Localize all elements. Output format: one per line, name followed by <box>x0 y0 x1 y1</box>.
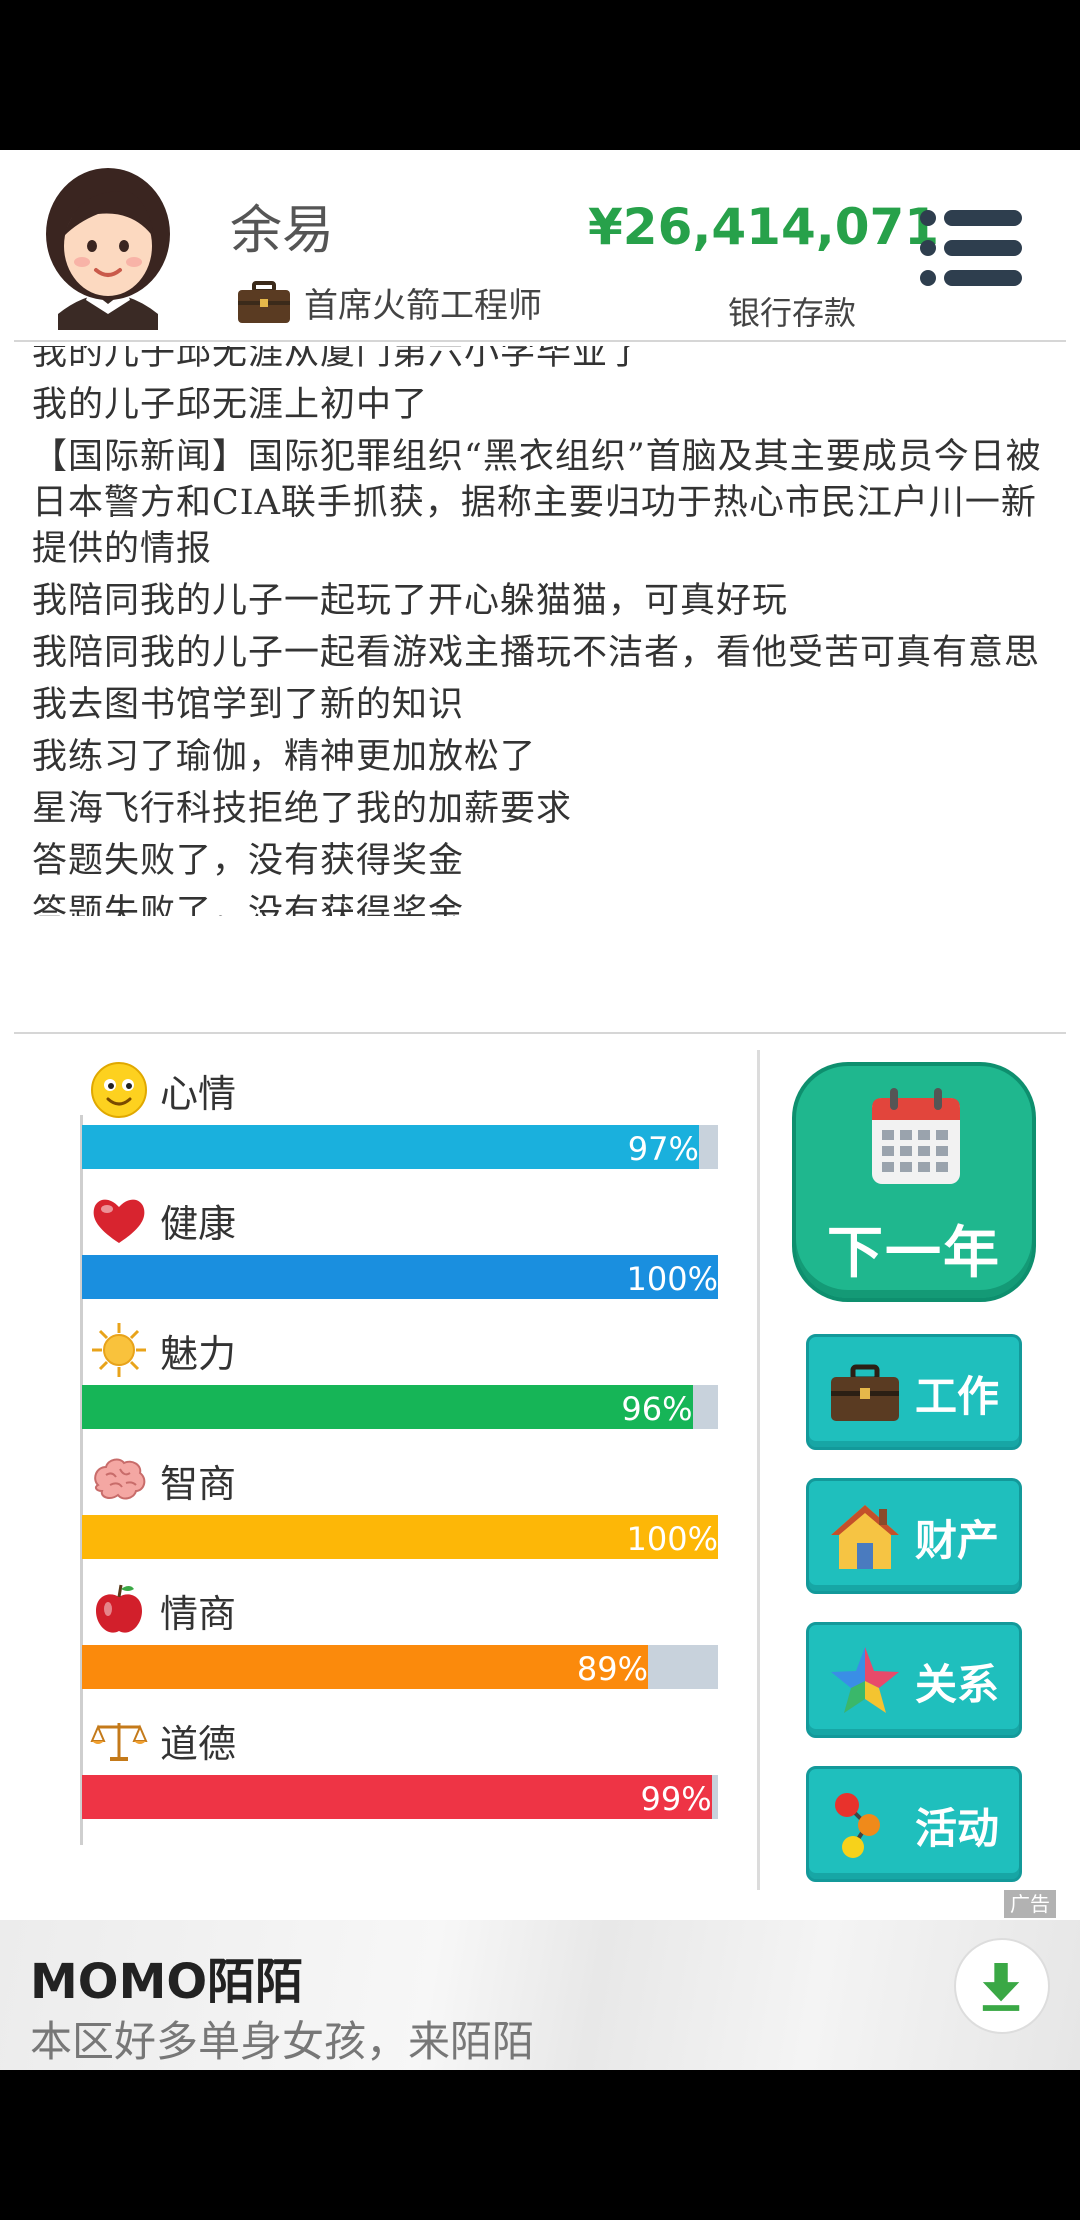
activity-icon <box>835 1793 880 1858</box>
stat-bar: 100% <box>82 1515 718 1559</box>
next-year-label: 下一年 <box>827 1221 1001 1286</box>
stat-bar-fill: 89% <box>82 1645 649 1689</box>
next-year-button[interactable]: 下一年 <box>792 1062 1036 1302</box>
work-label: 工作 <box>915 1372 1000 1421</box>
stat-label: 心情 <box>160 1071 237 1116</box>
log-line: 我练习了瑜伽，精神更加放松了 <box>32 737 537 777</box>
stat-percent: 97% <box>627 1130 699 1168</box>
activity-label: 活动 <box>915 1804 1000 1853</box>
stat-bar-fill: 100% <box>82 1515 718 1559</box>
bank-balance: ¥26,414,071 <box>588 198 940 256</box>
stat-iq: 智商 100% <box>82 1450 718 1580</box>
stat-percent: 99% <box>640 1780 712 1818</box>
property-label: 财产 <box>915 1516 1000 1565</box>
brain-icon <box>94 1458 146 1500</box>
stat-percent: 100% <box>626 1260 718 1298</box>
stat-percent: 89% <box>576 1650 649 1688</box>
smiley-icon <box>91 1062 147 1118</box>
sun-icon <box>92 1323 146 1377</box>
stat-bar: 97% <box>82 1125 718 1169</box>
event-log[interactable]: 我的儿子邱无涯从厦门第六小学毕业了 我的儿子邱无涯上初中了 【国际新闻】国际犯罪… <box>14 346 1064 916</box>
bank-label: 银行存款 <box>728 294 857 332</box>
heart-icon <box>93 1199 145 1243</box>
briefcase-icon <box>831 1364 899 1421</box>
log-line: 我陪同我的儿子一起看游戏主播玩不洁者，看他受苦可真有意思 <box>32 633 1041 673</box>
relations-label: 关系 <box>915 1660 1000 1709</box>
stat-morality: 道德 99% <box>82 1710 718 1840</box>
calendar-icon <box>872 1088 960 1184</box>
download-button[interactable] <box>954 1938 1050 2034</box>
stat-label: 道德 <box>160 1721 237 1766</box>
stat-percent: 100% <box>626 1520 718 1558</box>
stat-label: 魅力 <box>160 1331 237 1376</box>
log-line: 我陪同我的儿子一起玩了开心躲猫猫，可真好玩 <box>32 581 789 621</box>
log-line: 星海飞行科技拒绝了我的加薪要求 <box>32 789 573 829</box>
avatar[interactable] <box>38 164 178 330</box>
log-line: 我去图书馆学到了新的知识 <box>32 685 465 725</box>
apple-icon <box>96 1584 142 1633</box>
property-button[interactable]: 财产 <box>806 1478 1022 1594</box>
log-line: 【国际新闻】国际犯罪组织“黑衣组织”首脑及其主要成员今日被日本警方和CIA联手抓… <box>32 437 1042 569</box>
panel-divider <box>757 1050 760 1890</box>
ad-banner[interactable]: MOMO陌陌 本区好多单身女孩，来陌陌 <box>0 1920 1080 2070</box>
log-divider <box>14 1032 1066 1034</box>
stat-bar: 100% <box>82 1255 718 1299</box>
star-icon <box>831 1647 899 1713</box>
log-line: 答题失败了，没有获得奖金 <box>32 841 465 881</box>
download-icon <box>982 1963 1020 2011</box>
ad-title: MOMO陌陌 <box>30 1954 304 2010</box>
job-row: 首席火箭工程师 <box>236 278 542 327</box>
player-name: 余易 <box>230 201 335 261</box>
stat-charm: 魅力 96% <box>82 1320 718 1450</box>
scales-icon <box>90 1723 148 1761</box>
stat-bar-fill: 96% <box>82 1385 693 1429</box>
ad-badge: 广告 <box>1004 1890 1056 1918</box>
ad-subtitle: 本区好多单身女孩，来陌陌 <box>30 2017 535 2066</box>
job-title: 首席火箭工程师 <box>304 286 542 326</box>
stat-label: 情商 <box>160 1591 237 1636</box>
stat-health: 健康 100% <box>82 1190 718 1320</box>
work-button[interactable]: 工作 <box>806 1334 1022 1450</box>
header-divider <box>14 340 1066 342</box>
stat-percent: 96% <box>621 1390 693 1428</box>
stat-bar-fill: 100% <box>82 1255 718 1299</box>
menu-icon[interactable] <box>918 208 1024 288</box>
app-screen: 余易 首席火箭工程师 ¥26,414,071 银行存款 我的儿子邱无涯从厦门第六… <box>0 150 1080 2070</box>
log-line: 我的儿子邱无涯上初中了 <box>32 385 429 425</box>
activity-button[interactable]: 活动 <box>806 1766 1022 1882</box>
stat-bar: 99% <box>82 1775 718 1819</box>
stat-mood: 心情 97% <box>82 1060 718 1190</box>
log-line: 答题失败了，没有获得奖金 <box>32 893 465 916</box>
log-line: 我的儿子邱无涯从厦门第六小学毕业了 <box>32 346 645 373</box>
house-icon <box>831 1505 899 1569</box>
stat-eq: 情商 89% <box>82 1580 718 1710</box>
stat-bar-fill: 97% <box>82 1125 699 1169</box>
stat-bar: 96% <box>82 1385 718 1429</box>
stat-bar-fill: 99% <box>82 1775 712 1819</box>
briefcase-icon <box>238 280 290 323</box>
stat-label: 智商 <box>160 1461 237 1506</box>
stat-label: 健康 <box>160 1201 237 1246</box>
relations-button[interactable]: 关系 <box>806 1622 1022 1738</box>
stat-bar: 89% <box>82 1645 718 1689</box>
